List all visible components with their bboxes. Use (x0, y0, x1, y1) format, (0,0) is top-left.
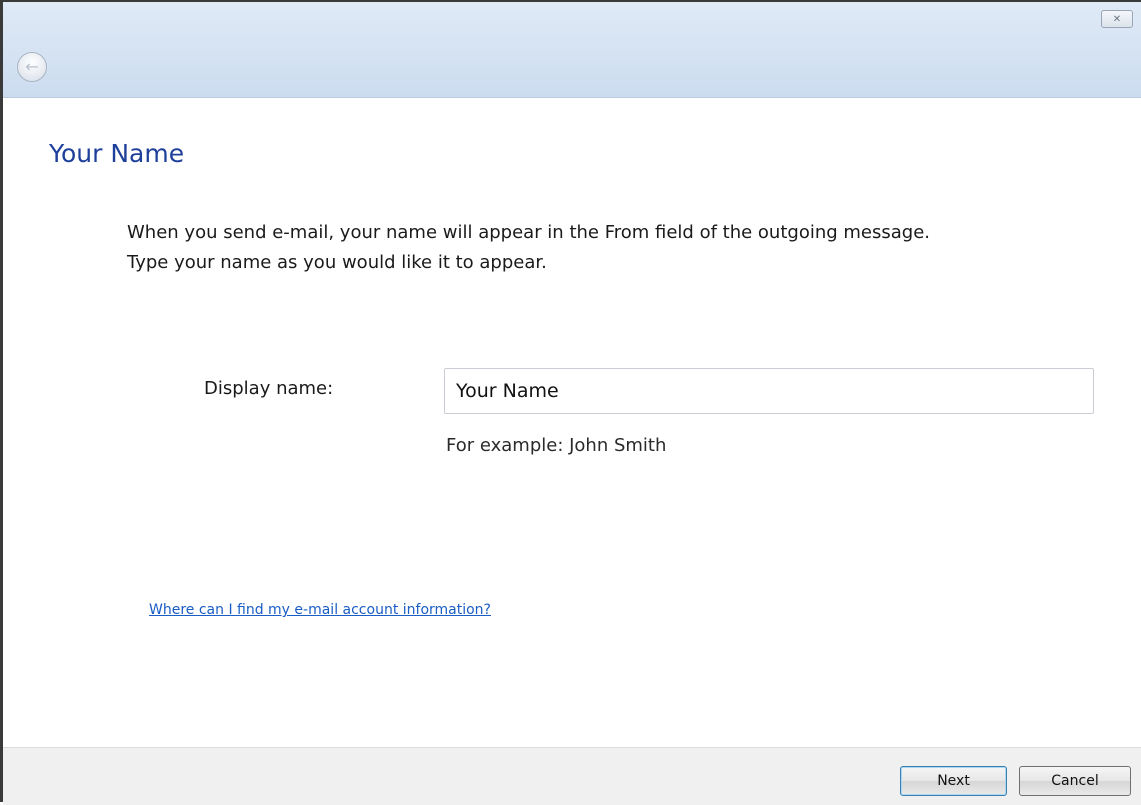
description-line: Type your name as you would like it to a… (127, 252, 547, 273)
display-name-input[interactable] (444, 368, 1094, 414)
footer-bar: Next Cancel (3, 747, 1141, 805)
account-info-help-link[interactable]: Where can I find my e-mail account infor… (149, 602, 491, 618)
display-name-label: Display name: (204, 378, 334, 399)
back-button[interactable]: ← (17, 52, 47, 82)
cancel-button[interactable]: Cancel (1019, 766, 1131, 796)
close-button[interactable]: ✕ (1101, 10, 1133, 28)
description-line: When you send e-mail, your name will app… (127, 222, 931, 243)
description: When you send e-mail, your name will app… (127, 218, 1127, 278)
page-title: Your Name (49, 139, 185, 168)
back-arrow-icon: ← (25, 57, 39, 76)
close-icon: ✕ (1112, 14, 1122, 25)
example-hint: For example: John Smith (446, 435, 667, 456)
next-button[interactable]: Next (900, 766, 1007, 796)
title-bar: ✕ ← (3, 2, 1141, 98)
setup-wizard-window: ✕ ← Your Name When you send e-mail, your… (0, 0, 1141, 805)
